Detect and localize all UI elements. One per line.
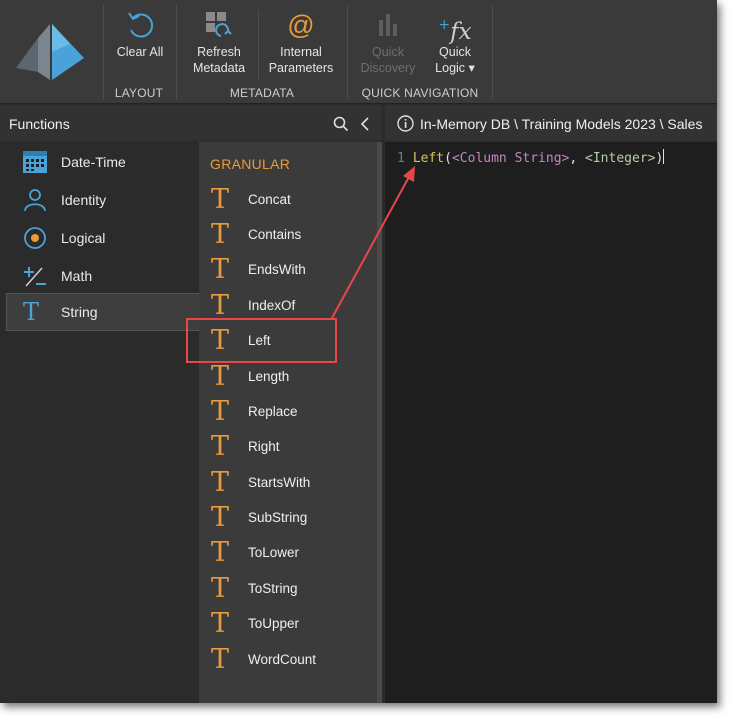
- group-label-layout: LAYOUT: [114, 86, 164, 100]
- radio-icon: [24, 227, 46, 249]
- function-item-substring[interactable]: T SubString: [199, 501, 382, 536]
- text-t-icon: T: [211, 537, 230, 568]
- calendar-icon: [23, 151, 47, 173]
- category-label: String: [61, 304, 98, 320]
- quick-discovery-button[interactable]: Quick Discovery: [356, 4, 420, 76]
- function-category-list: Date-Time Identity Logical Math T String: [0, 142, 200, 703]
- clear-all-label: Clear All: [116, 45, 164, 59]
- category-label: Logical: [61, 230, 106, 246]
- clear-all-button[interactable]: Clear All: [110, 4, 170, 60]
- text-t-icon: T: [211, 608, 230, 639]
- internal-parameters-button[interactable]: @ Internal Parameters: [264, 4, 338, 76]
- refresh-metadata-icon: [184, 10, 254, 40]
- function-label: Contains: [248, 227, 302, 242]
- text-t-icon: T: [211, 219, 230, 250]
- model-path-breadcrumb: In-Memory DB \ Training Models 2023 \ Sa…: [420, 116, 703, 132]
- function-label: ToString: [248, 581, 298, 596]
- refresh-metadata-button[interactable]: Refresh Metadata: [184, 4, 254, 76]
- code-param-column-string: <Column String>: [451, 151, 570, 166]
- function-item-endswith[interactable]: T EndsWith: [199, 253, 382, 288]
- function-label: WordCount: [248, 652, 317, 667]
- category-logical[interactable]: Logical: [0, 220, 199, 256]
- text-t-icon: T: [211, 361, 230, 392]
- code-open-paren: (: [444, 151, 452, 166]
- function-fx-icon: +fx: [438, 17, 472, 45]
- text-t-icon: T: [211, 644, 230, 675]
- annotation-highlight-box: [186, 318, 337, 363]
- quick-logic-button[interactable]: +fx Quick Logic ▾: [424, 4, 486, 76]
- text-t-icon: T: [211, 431, 230, 462]
- code-close-paren: ): [655, 151, 664, 166]
- function-label: EndsWith: [248, 262, 306, 277]
- function-label: Concat: [248, 192, 291, 207]
- logo-icon: [16, 24, 84, 80]
- quick-discovery-label: Quick Discovery: [360, 45, 416, 75]
- granular-function-list: GRANULAR T Concat T Contains T EndsWith T In…: [199, 142, 382, 703]
- function-item-tolower[interactable]: T ToLower: [199, 536, 382, 571]
- function-item-replace[interactable]: T Replace: [199, 395, 382, 430]
- granular-heading: GRANULAR: [210, 156, 291, 172]
- at-sign-icon: @: [287, 10, 315, 40]
- functions-pane-header: Functions: [0, 105, 382, 141]
- application-window: Clear All LAYOUT Refresh Metadata @ Inte…: [0, 0, 717, 703]
- search-icon[interactable]: [333, 116, 349, 132]
- internal-parameters-label: Internal Parameters: [268, 45, 334, 75]
- category-identity[interactable]: Identity: [0, 182, 199, 218]
- text-t-icon: T: [23, 298, 40, 326]
- function-label: ToLower: [248, 545, 300, 560]
- editor-header: In-Memory DB \ Training Models 2023 \ Sa…: [385, 105, 717, 141]
- code-function-name: Left: [412, 151, 445, 166]
- text-t-icon: T: [211, 573, 230, 604]
- function-label: Length: [248, 369, 290, 384]
- text-t-icon: T: [211, 502, 230, 533]
- category-label: Math: [61, 268, 93, 284]
- info-icon[interactable]: [397, 115, 414, 132]
- function-list-scrollbar[interactable]: [377, 142, 382, 703]
- function-label: ToUpper: [248, 616, 300, 631]
- plus-minus-icon: [24, 267, 46, 287]
- function-item-tostring[interactable]: T ToString: [199, 572, 382, 607]
- function-label: SubString: [248, 510, 308, 525]
- category-date-time[interactable]: Date-Time: [0, 144, 199, 180]
- code-comma: ,: [569, 151, 586, 166]
- text-t-icon: T: [211, 184, 230, 215]
- function-item-toupper[interactable]: T ToUpper: [199, 607, 382, 642]
- line-number: 1: [397, 151, 405, 166]
- code-param-integer: <Integer>: [585, 151, 656, 166]
- category-label: Date-Time: [61, 154, 126, 170]
- function-label: IndexOf: [248, 298, 296, 313]
- category-math[interactable]: Math: [0, 258, 199, 294]
- category-label: Identity: [61, 192, 107, 208]
- function-item-right[interactable]: T Right: [199, 430, 382, 465]
- function-label: StartsWith: [248, 475, 311, 490]
- function-item-length[interactable]: T Length: [199, 360, 382, 395]
- code-line: 1 Left(<Column String>, <Integer>): [397, 149, 665, 166]
- formula-editor[interactable]: 1 Left(<Column String>, <Integer>): [385, 142, 717, 703]
- category-string[interactable]: T String: [6, 293, 200, 331]
- text-t-icon: T: [211, 290, 230, 321]
- function-item-contains[interactable]: T Contains: [199, 218, 382, 253]
- app-logo: [0, 0, 102, 103]
- chart-icon: [356, 10, 420, 40]
- function-item-concat[interactable]: T Concat: [199, 183, 382, 218]
- functions-title: Functions: [9, 116, 70, 132]
- person-icon: [24, 189, 46, 212]
- function-item-startswith[interactable]: T StartsWith: [199, 466, 382, 501]
- text-t-icon: T: [211, 467, 230, 498]
- text-t-icon: T: [211, 396, 230, 427]
- quick-logic-label: Quick Logic ▾: [435, 45, 475, 75]
- function-item-wordcount[interactable]: T WordCount: [199, 643, 382, 678]
- ribbon-toolbar: Clear All LAYOUT Refresh Metadata @ Inte…: [0, 0, 717, 104]
- refresh-metadata-label: Refresh Metadata: [192, 45, 246, 75]
- undo-icon: [110, 10, 170, 40]
- group-label-quick-navigation: QUICK NAVIGATION: [361, 86, 479, 100]
- group-label-metadata: METADATA: [229, 86, 295, 100]
- text-t-icon: T: [211, 254, 230, 285]
- collapse-chevron-icon[interactable]: [359, 116, 371, 132]
- function-label: Replace: [248, 404, 298, 419]
- text-cursor: [663, 149, 665, 164]
- function-label: Right: [248, 439, 280, 454]
